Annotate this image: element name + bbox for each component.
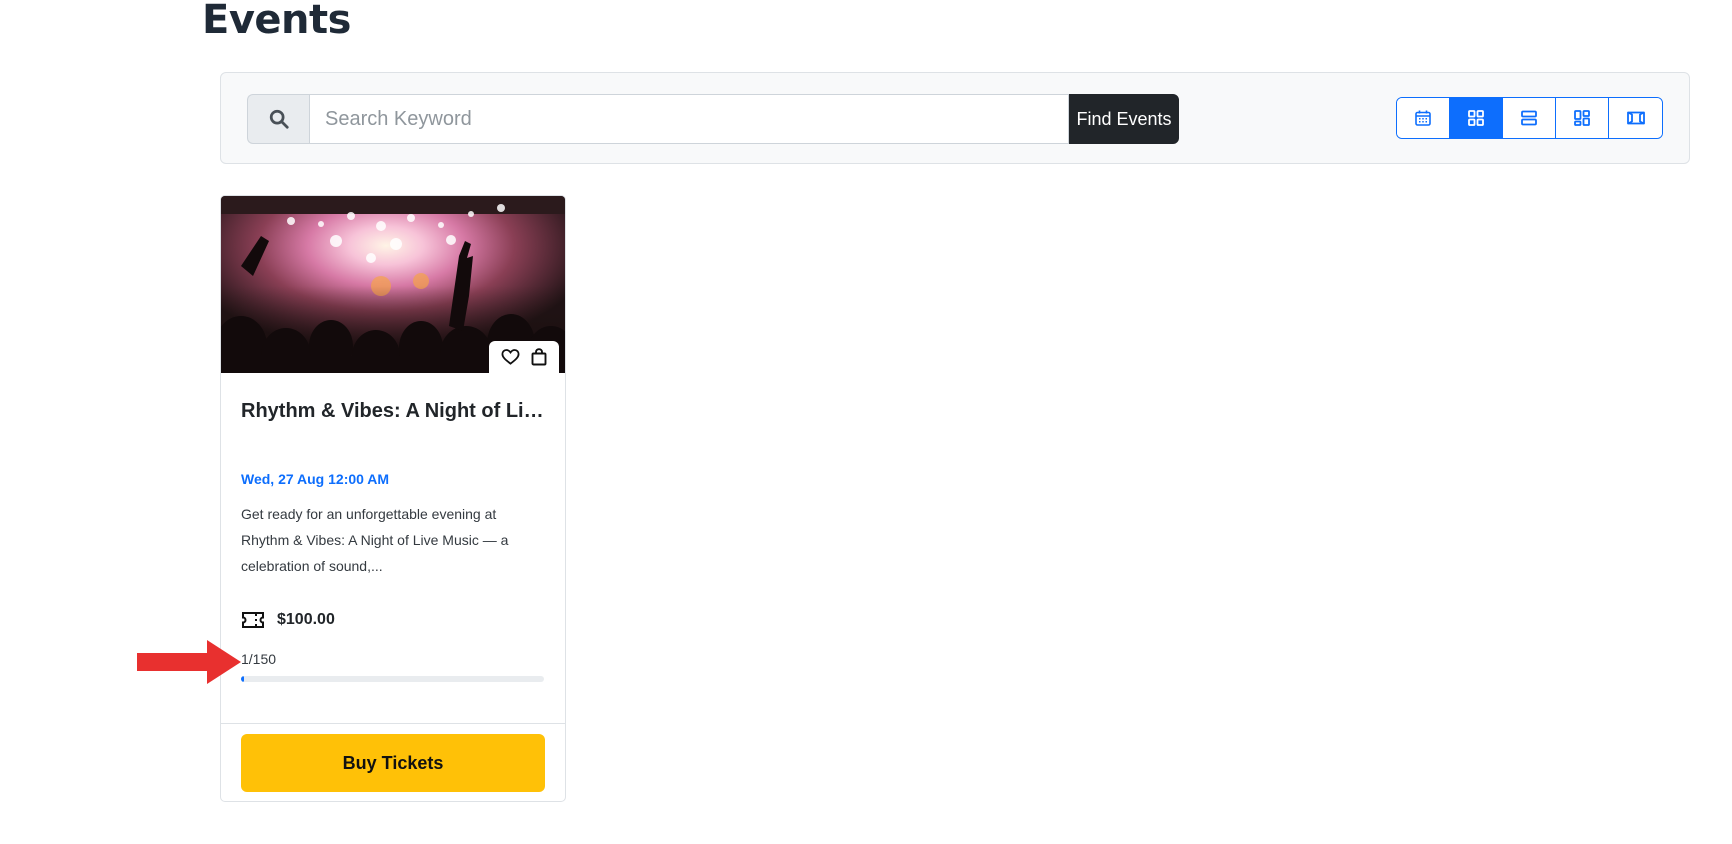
heart-icon[interactable]	[501, 348, 520, 366]
tickets-progress-fill	[241, 676, 245, 682]
tickets-sold-count: 1/150	[241, 651, 277, 667]
slider-icon	[1626, 109, 1646, 127]
shopping-bag-icon[interactable]	[531, 348, 547, 366]
event-title[interactable]: Rhythm & Vibes: A Night of Live Music	[241, 398, 547, 424]
event-price: $100.00	[277, 611, 335, 628]
view-toggle	[1396, 97, 1663, 139]
search-panel: Find Events	[220, 72, 1690, 164]
ticket-icon	[241, 610, 265, 630]
card-divider	[221, 723, 565, 724]
price-row: $100.00	[241, 610, 335, 630]
grid-view-button[interactable]	[1450, 98, 1503, 138]
event-card[interactable]: Rhythm & Vibes: A Night of Live Music We…	[220, 195, 566, 802]
page-title: Events	[202, 0, 351, 43]
list-view-button[interactable]	[1503, 98, 1556, 138]
search-icon	[247, 94, 309, 144]
tickets-progress-bar	[241, 676, 544, 682]
masonry-view-button[interactable]	[1556, 98, 1609, 138]
list-icon	[1520, 109, 1538, 127]
events-page: Events Find Events	[0, 0, 1732, 844]
event-description: Get ready for an unforgettable evening a…	[241, 506, 509, 574]
calendar-view-button[interactable]	[1397, 98, 1450, 138]
search-group: Find Events	[247, 94, 1179, 144]
grid-icon	[1467, 109, 1485, 127]
card-actions	[489, 341, 559, 373]
red-arrow-annotation	[137, 640, 241, 689]
calendar-icon	[1414, 109, 1432, 127]
search-input[interactable]	[309, 94, 1069, 144]
find-events-button[interactable]: Find Events	[1069, 94, 1179, 144]
masonry-icon	[1573, 109, 1591, 127]
event-image[interactable]	[221, 196, 565, 373]
slider-view-button[interactable]	[1609, 98, 1662, 138]
event-date: Wed, 27 Aug 12:00 AM	[241, 471, 390, 487]
buy-tickets-button[interactable]: Buy Tickets	[241, 734, 545, 792]
